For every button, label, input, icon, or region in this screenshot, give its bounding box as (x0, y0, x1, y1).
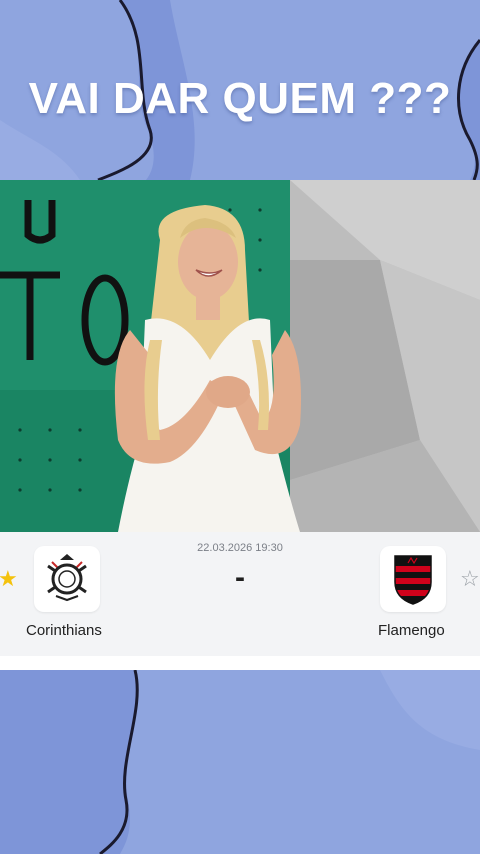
bottom-background (0, 670, 480, 854)
video-frame[interactable] (0, 180, 480, 532)
decorative-waves-bottom (0, 670, 480, 854)
card-bottom-spacer (0, 656, 480, 670)
away-favorite-star-icon[interactable]: ☆ (460, 568, 480, 590)
home-team-name: Corinthians (26, 622, 102, 639)
overlay-title: VAI DAR QUEM ??? (28, 74, 452, 123)
corinthians-crest-icon (47, 554, 87, 602)
home-favorite-star-icon[interactable]: ★ (0, 568, 18, 590)
corinthians-logo[interactable] (34, 546, 100, 612)
video-illustration (0, 180, 480, 532)
flamengo-logo[interactable] (380, 546, 446, 612)
away-team-name: Flamengo (378, 622, 445, 639)
flamengo-crest-icon (394, 555, 432, 605)
match-card[interactable]: 22.03.2026 19:30 - ★ Corinthians Flameng… (0, 532, 480, 656)
